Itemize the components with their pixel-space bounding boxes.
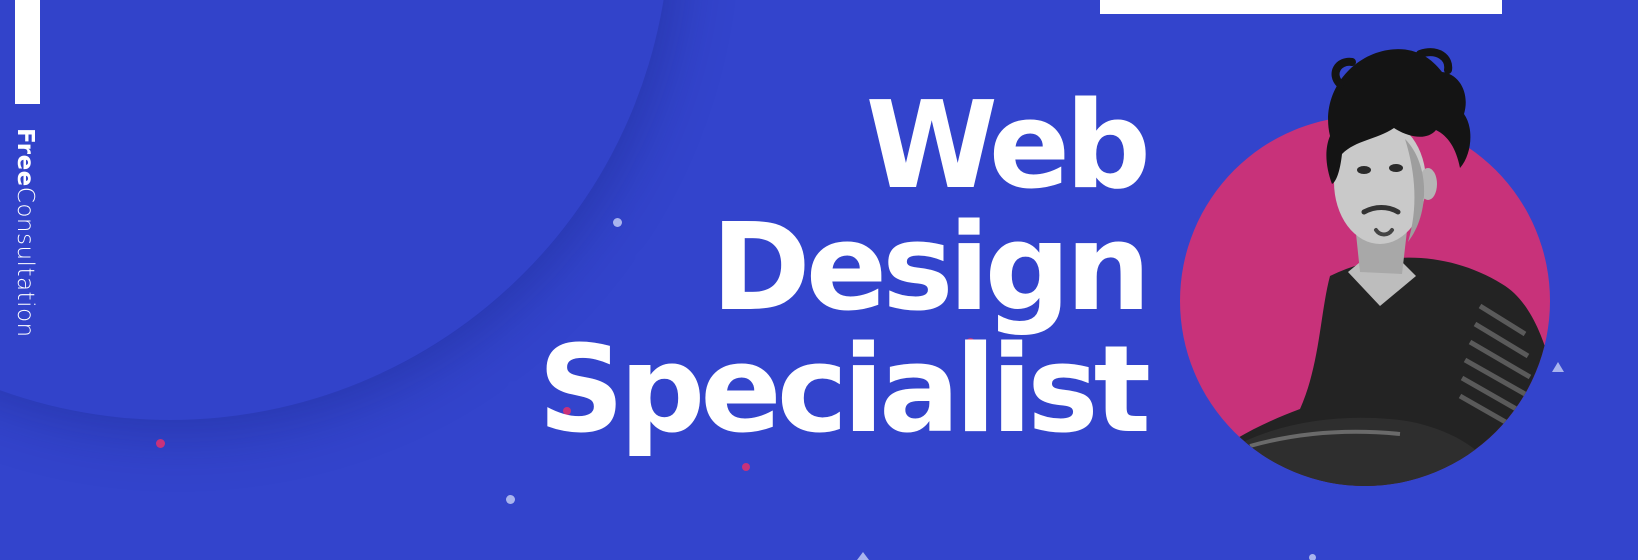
top-accent-bar [1100, 0, 1502, 14]
decor-triangle [857, 552, 869, 560]
headline-line-web: Web [865, 77, 1151, 216]
hero-banner: FreeConsultation Web Design Specialist [0, 0, 1638, 560]
profile-photo [1180, 48, 1550, 486]
decor-dot [156, 439, 165, 448]
headline: Web Design Specialist [537, 77, 1151, 460]
decor-dot [506, 495, 515, 504]
decor-dot [1309, 554, 1316, 560]
free-consultation-label[interactable]: FreeConsultation [12, 128, 38, 338]
headline-line-specialist: Specialist [537, 321, 1151, 460]
headline-line-design: Design [711, 199, 1151, 338]
side-label-bold: Free [12, 128, 38, 187]
decor-dot [742, 463, 750, 471]
side-label-light: Consultation [12, 186, 38, 338]
person-portrait-icon [1180, 48, 1550, 486]
left-accent-bar [15, 0, 40, 104]
